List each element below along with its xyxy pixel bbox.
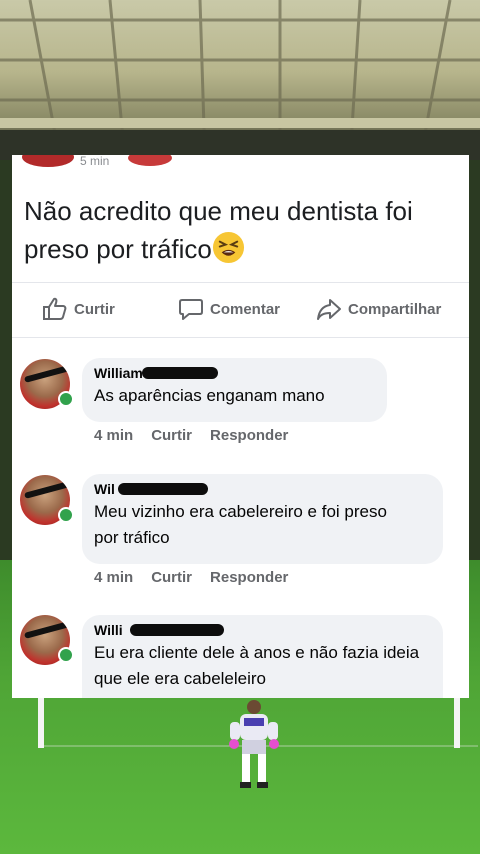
- online-status-dot: [58, 647, 74, 663]
- share-button[interactable]: Compartilhar: [316, 293, 441, 325]
- post-divider: [12, 282, 469, 283]
- share-label: Compartilhar: [348, 300, 442, 318]
- post-actions-bar: Curtir Comentar Compartilhar: [12, 293, 469, 325]
- thumbs-up-icon: [43, 297, 67, 320]
- comment-author[interactable]: Willi: [94, 621, 224, 639]
- comment-button[interactable]: Comentar: [178, 293, 280, 325]
- stadium-roof: [0, 0, 480, 160]
- comment-label: Comentar: [210, 300, 281, 318]
- comment-reply-link[interactable]: Responder: [210, 569, 288, 586]
- goalkeeper-figure: [229, 700, 279, 788]
- comment-text: As aparências enganam mano: [94, 386, 325, 405]
- comment-text: Meu vizinho era cabelereiro e foi preso …: [94, 502, 387, 547]
- comment-bubble: William As aparências enganam mano: [82, 358, 387, 422]
- online-status-dot: [58, 507, 74, 523]
- tired-face-emoji-icon: [212, 231, 244, 264]
- post-timestamp: 5 min: [80, 155, 110, 168]
- comment-text: Eu era cliente dele à anos e não fazia i…: [94, 643, 420, 688]
- redaction-scribble: [118, 483, 208, 495]
- online-status-dot: [58, 391, 74, 407]
- comment-like-link[interactable]: Curtir: [151, 569, 192, 586]
- comment-meta: 4 min Curtir Responder: [94, 569, 288, 586]
- redaction-scribble: [130, 624, 224, 636]
- redaction-scribble: [142, 367, 218, 379]
- comment-reply-link[interactable]: Responder: [210, 427, 288, 444]
- comment-bubble: Willi Eu era cliente dele à anos e não f…: [82, 615, 443, 698]
- post-body: Não acredito que meu dentista foi preso …: [24, 192, 454, 268]
- actions-divider: [12, 337, 469, 338]
- comment-bubble: Wil Meu vizinho era cabelereiro e foi pr…: [82, 474, 443, 564]
- like-label: Curtir: [74, 300, 115, 318]
- share-arrow-icon: [317, 299, 341, 320]
- comment-meta: 4 min Curtir Responder: [94, 427, 288, 444]
- comment-author[interactable]: William: [94, 364, 218, 382]
- like-button[interactable]: Curtir: [42, 293, 115, 325]
- comment-like-link[interactable]: Curtir: [151, 427, 192, 444]
- comment-time: 4 min: [94, 569, 134, 586]
- comment-time: 4 min: [94, 427, 134, 444]
- facebook-post-card: 5 min Não acredito que meu dentista foi …: [12, 155, 469, 698]
- comment-author[interactable]: Wil: [94, 480, 208, 498]
- comment-bubble-icon: [179, 299, 203, 320]
